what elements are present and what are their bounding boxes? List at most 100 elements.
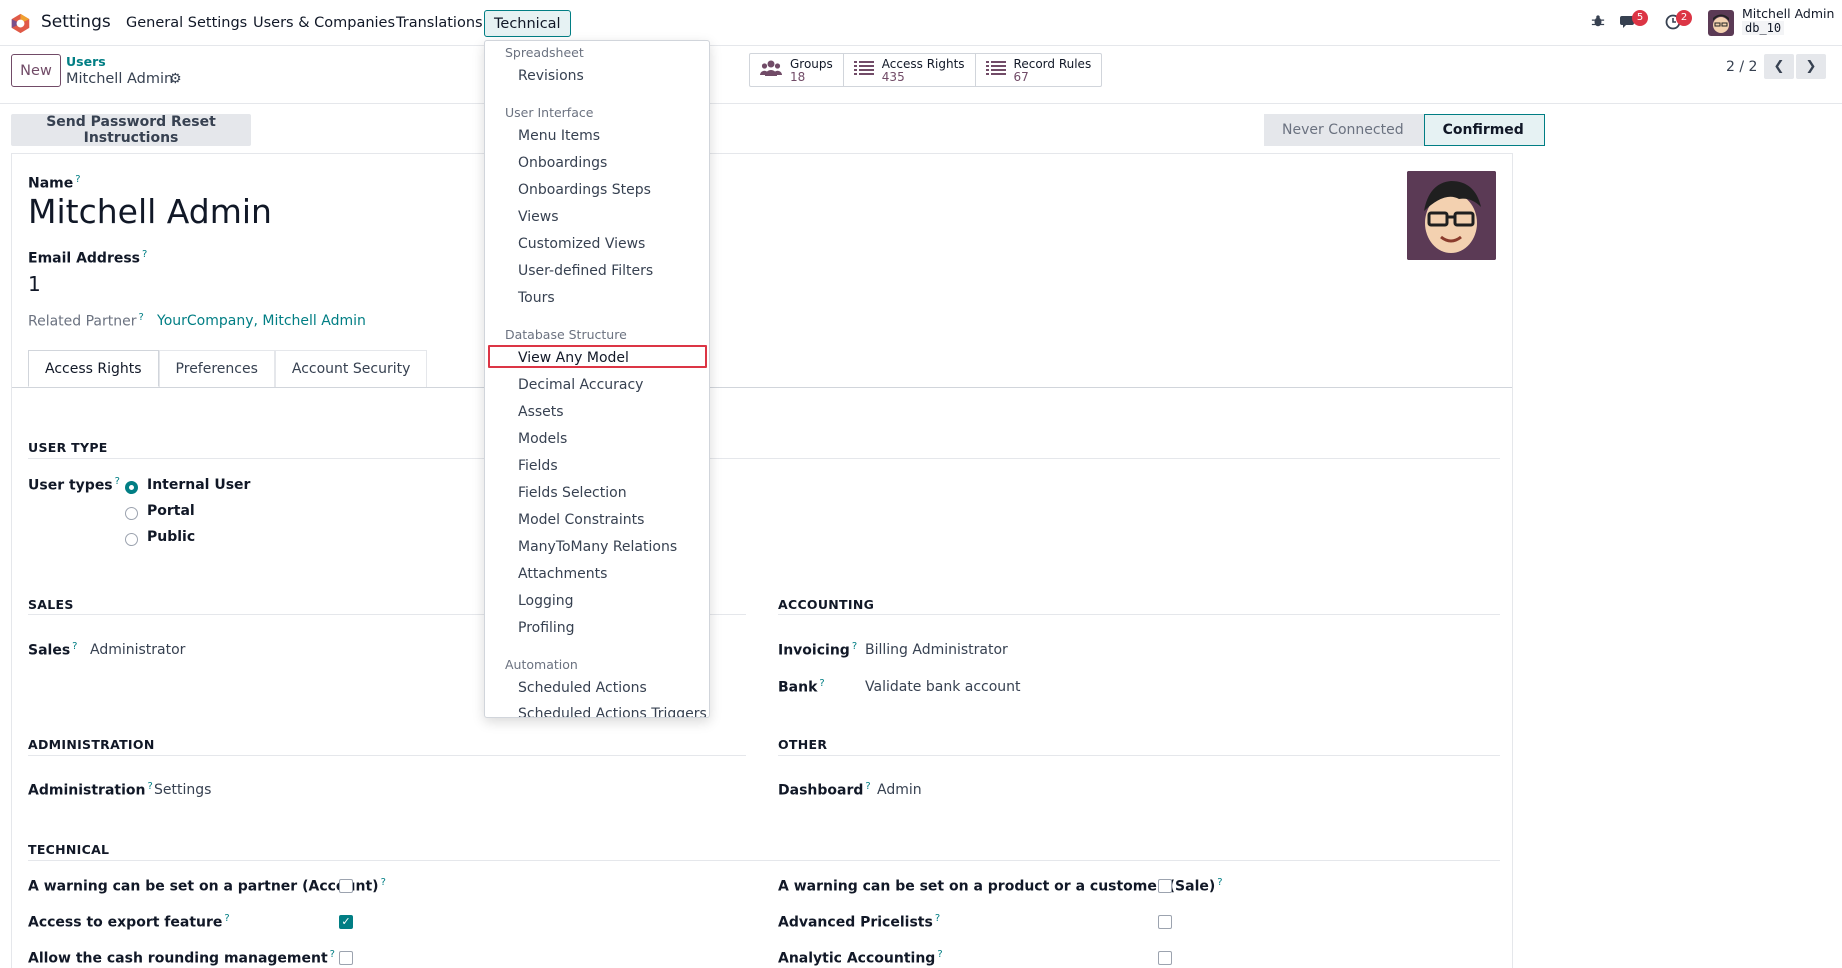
warning-product-checkbox[interactable] [1158, 879, 1172, 893]
section-divider [778, 614, 1500, 615]
section-other: OTHER [778, 737, 828, 752]
smart-buttons: Groups 18 Access Rights 435 Record Rules 67 [749, 53, 1103, 87]
user-photo[interactable] [1407, 171, 1496, 260]
cash-rounding-checkbox[interactable] [339, 951, 353, 965]
pager-previous-button[interactable]: ❮ [1764, 54, 1794, 79]
related-partner-label: Related Partner? [28, 312, 144, 330]
dropdown-item-view-any-model[interactable]: View Any Model [518, 350, 629, 366]
access-rights-label: Access Rights [881, 56, 965, 71]
send-password-reset-button[interactable]: Send Password Reset Instructions [11, 114, 251, 146]
menu-translations[interactable]: Translations [396, 15, 483, 31]
dropdown-item-models[interactable]: Models [518, 431, 567, 447]
advanced-pricelists-checkbox[interactable] [1158, 915, 1172, 929]
tab-access-rights[interactable]: Access Rights [28, 350, 159, 387]
menu-general-settings[interactable]: General Settings [126, 15, 247, 31]
dropdown-item-user-defined-filters[interactable]: User-defined Filters [518, 263, 653, 279]
analytic-accounting-checkbox[interactable] [1158, 951, 1172, 965]
invoicing-value[interactable]: Billing Administrator [865, 642, 1008, 658]
name-value[interactable]: Mitchell Admin [28, 192, 272, 231]
menu-users-companies[interactable]: Users & Companies [253, 15, 395, 31]
menu-technical[interactable]: Technical [484, 10, 571, 37]
dropdown-header-user-interface: User Interface [505, 105, 594, 120]
access-rights-smart-button[interactable]: Access Rights 435 [844, 54, 976, 86]
pager-value[interactable]: 2 / 2 [1726, 59, 1757, 75]
dropdown-item-attachments[interactable]: Attachments [518, 566, 607, 582]
app-name[interactable]: Settings [41, 12, 111, 32]
access-rights-count: 435 [881, 69, 905, 84]
dropdown-item-profiling[interactable]: Profiling [518, 620, 575, 636]
section-user-type: USER TYPE [28, 440, 108, 455]
radio-public-label[interactable]: Public [147, 529, 195, 545]
status-never-connected[interactable]: Never Connected [1264, 114, 1424, 146]
dropdown-item-logging[interactable]: Logging [518, 593, 574, 609]
bank-label: Bank? [778, 678, 825, 696]
dropdown-item-manytomany-relations[interactable]: ManyToMany Relations [518, 539, 677, 555]
dropdown-item-onboardings-steps[interactable]: Onboardings Steps [518, 182, 651, 198]
dashboard-value[interactable]: Admin [877, 782, 922, 798]
sales-label: Sales? [28, 641, 78, 659]
administration-value[interactable]: Settings [154, 782, 211, 798]
section-divider [28, 755, 746, 756]
user-avatar[interactable] [1708, 10, 1734, 36]
record-rules-smart-button[interactable]: Record Rules 67 [976, 54, 1102, 86]
export-feature-checkbox[interactable]: ✓ [339, 915, 353, 929]
invoicing-label: Invoicing? [778, 641, 858, 659]
dropdown-item-menu-items[interactable]: Menu Items [518, 128, 600, 144]
dropdown-item-decimal-accuracy[interactable]: Decimal Accuracy [518, 377, 643, 393]
dropdown-item-revisions[interactable]: Revisions [518, 68, 584, 84]
record-rules-count: 67 [1013, 69, 1029, 84]
dropdown-item-tours[interactable]: Tours [518, 290, 555, 306]
dropdown-item-scheduled-actions-triggers[interactable]: Scheduled Actions Triggers [518, 706, 707, 717]
dropdown-item-fields-selection[interactable]: Fields Selection [518, 485, 627, 501]
email-label: Email Address? [28, 249, 148, 267]
dropdown-item-customized-views[interactable]: Customized Views [518, 236, 645, 252]
gear-icon[interactable]: ⚙ [169, 71, 182, 87]
technical-right-label: Analytic Accounting? [778, 949, 943, 967]
warning-partner-checkbox[interactable] [339, 879, 353, 893]
radio-portal-label[interactable]: Portal [147, 503, 195, 519]
status-confirmed[interactable]: Confirmed [1423, 114, 1545, 146]
tab-account-security[interactable]: Account Security [274, 350, 428, 387]
technical-dropdown-menu: Spreadsheet Revisions User Interface Men… [484, 40, 710, 718]
chevron-left-icon: ❮ [1773, 59, 1785, 74]
tab-preferences[interactable]: Preferences [158, 350, 275, 387]
bank-value[interactable]: Validate bank account [865, 679, 1021, 695]
section-divider [28, 458, 1500, 459]
control-panel: New Users Mitchell Admin ⚙ Groups 18 Acce… [0, 46, 1842, 104]
user-name[interactable]: Mitchell Admin [1742, 6, 1834, 21]
dropdown-item-onboardings[interactable]: Onboardings [518, 155, 607, 171]
dropdown-item-views[interactable]: Views [518, 209, 559, 225]
groups-label: Groups [790, 56, 833, 71]
section-divider [778, 755, 1500, 756]
odoo-logo-icon[interactable] [10, 13, 31, 34]
radio-public[interactable] [125, 533, 138, 546]
radio-internal-user-label[interactable]: Internal User [147, 477, 250, 493]
pager-next-button[interactable]: ❯ [1796, 54, 1826, 79]
section-technical: TECHNICAL [28, 842, 110, 857]
list-icon [853, 60, 874, 81]
email-value[interactable]: 1 [28, 272, 41, 296]
technical-right-label: A warning can be set on a product or a c… [778, 877, 1223, 895]
name-label: Name? [28, 174, 81, 192]
form-tabs: Access Rights Preferences Account Securi… [28, 350, 428, 387]
section-administration: ADMINISTRATION [28, 737, 155, 752]
sales-value[interactable]: Administrator [90, 642, 185, 658]
technical-left-label: A warning can be set on a partner (Accou… [28, 877, 386, 895]
breadcrumb-users[interactable]: Users [66, 54, 106, 69]
groups-smart-button[interactable]: Groups 18 [750, 54, 844, 86]
dropdown-item-model-constraints[interactable]: Model Constraints [518, 512, 644, 528]
status-bar: Never Connected Confirmed [1264, 114, 1545, 146]
dropdown-item-assets[interactable]: Assets [518, 404, 564, 420]
chat-badge: 5 [1632, 10, 1648, 26]
users-group-icon [760, 59, 782, 82]
chevron-right-icon: ❯ [1805, 59, 1817, 74]
debug-bug-icon[interactable] [1591, 14, 1605, 32]
radio-portal[interactable] [125, 507, 138, 520]
new-button[interactable]: New [11, 54, 61, 87]
technical-left-label: Access to export feature? [28, 913, 230, 931]
dropdown-item-fields[interactable]: Fields [518, 458, 558, 474]
dropdown-item-scheduled-actions[interactable]: Scheduled Actions [518, 680, 647, 696]
related-partner-link[interactable]: YourCompany, Mitchell Admin [157, 313, 366, 329]
radio-internal-user[interactable] [125, 481, 138, 494]
list-icon [985, 60, 1006, 81]
